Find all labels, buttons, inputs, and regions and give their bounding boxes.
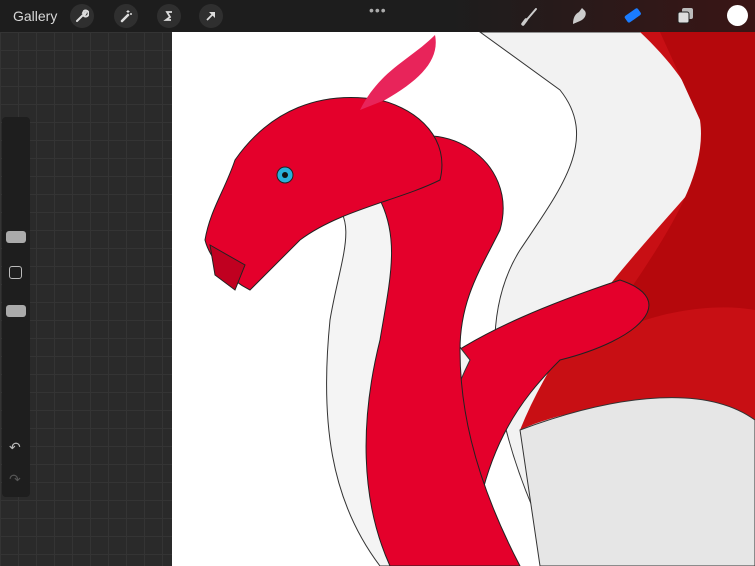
- layers-icon: [677, 8, 693, 24]
- eraser-icon: [624, 8, 641, 23]
- more-options-button[interactable]: •••: [369, 2, 387, 18]
- dragon-artwork: [204, 32, 755, 566]
- actions-button[interactable]: [70, 4, 94, 28]
- modify-button[interactable]: [9, 266, 22, 279]
- opacity-slider[interactable]: [6, 305, 26, 317]
- brush-icon: [521, 8, 537, 26]
- transform-arrow-icon: [206, 12, 215, 21]
- smudge-button[interactable]: [568, 5, 592, 27]
- eraser-button[interactable]: [620, 5, 644, 27]
- transform-button[interactable]: [199, 4, 223, 28]
- color-swatch[interactable]: [727, 5, 748, 26]
- brush-size-slider[interactable]: [6, 231, 26, 243]
- adjustments-button[interactable]: [114, 4, 138, 28]
- drawing-canvas[interactable]: [172, 32, 755, 566]
- gallery-button[interactable]: Gallery: [13, 8, 57, 24]
- layers-button[interactable]: [673, 5, 697, 27]
- left-sidebar: ↶ ↷: [2, 117, 30, 497]
- redo-button[interactable]: ↷: [9, 471, 21, 488]
- magic-wand-icon: [120, 10, 132, 23]
- undo-button[interactable]: ↶: [9, 439, 21, 456]
- selection-button[interactable]: [157, 4, 181, 28]
- selection-icon: [163, 11, 172, 21]
- top-toolbar: Gallery •••: [0, 0, 755, 32]
- smudge-icon: [573, 8, 586, 24]
- wrench-icon: [76, 9, 89, 22]
- brush-button[interactable]: [518, 5, 542, 27]
